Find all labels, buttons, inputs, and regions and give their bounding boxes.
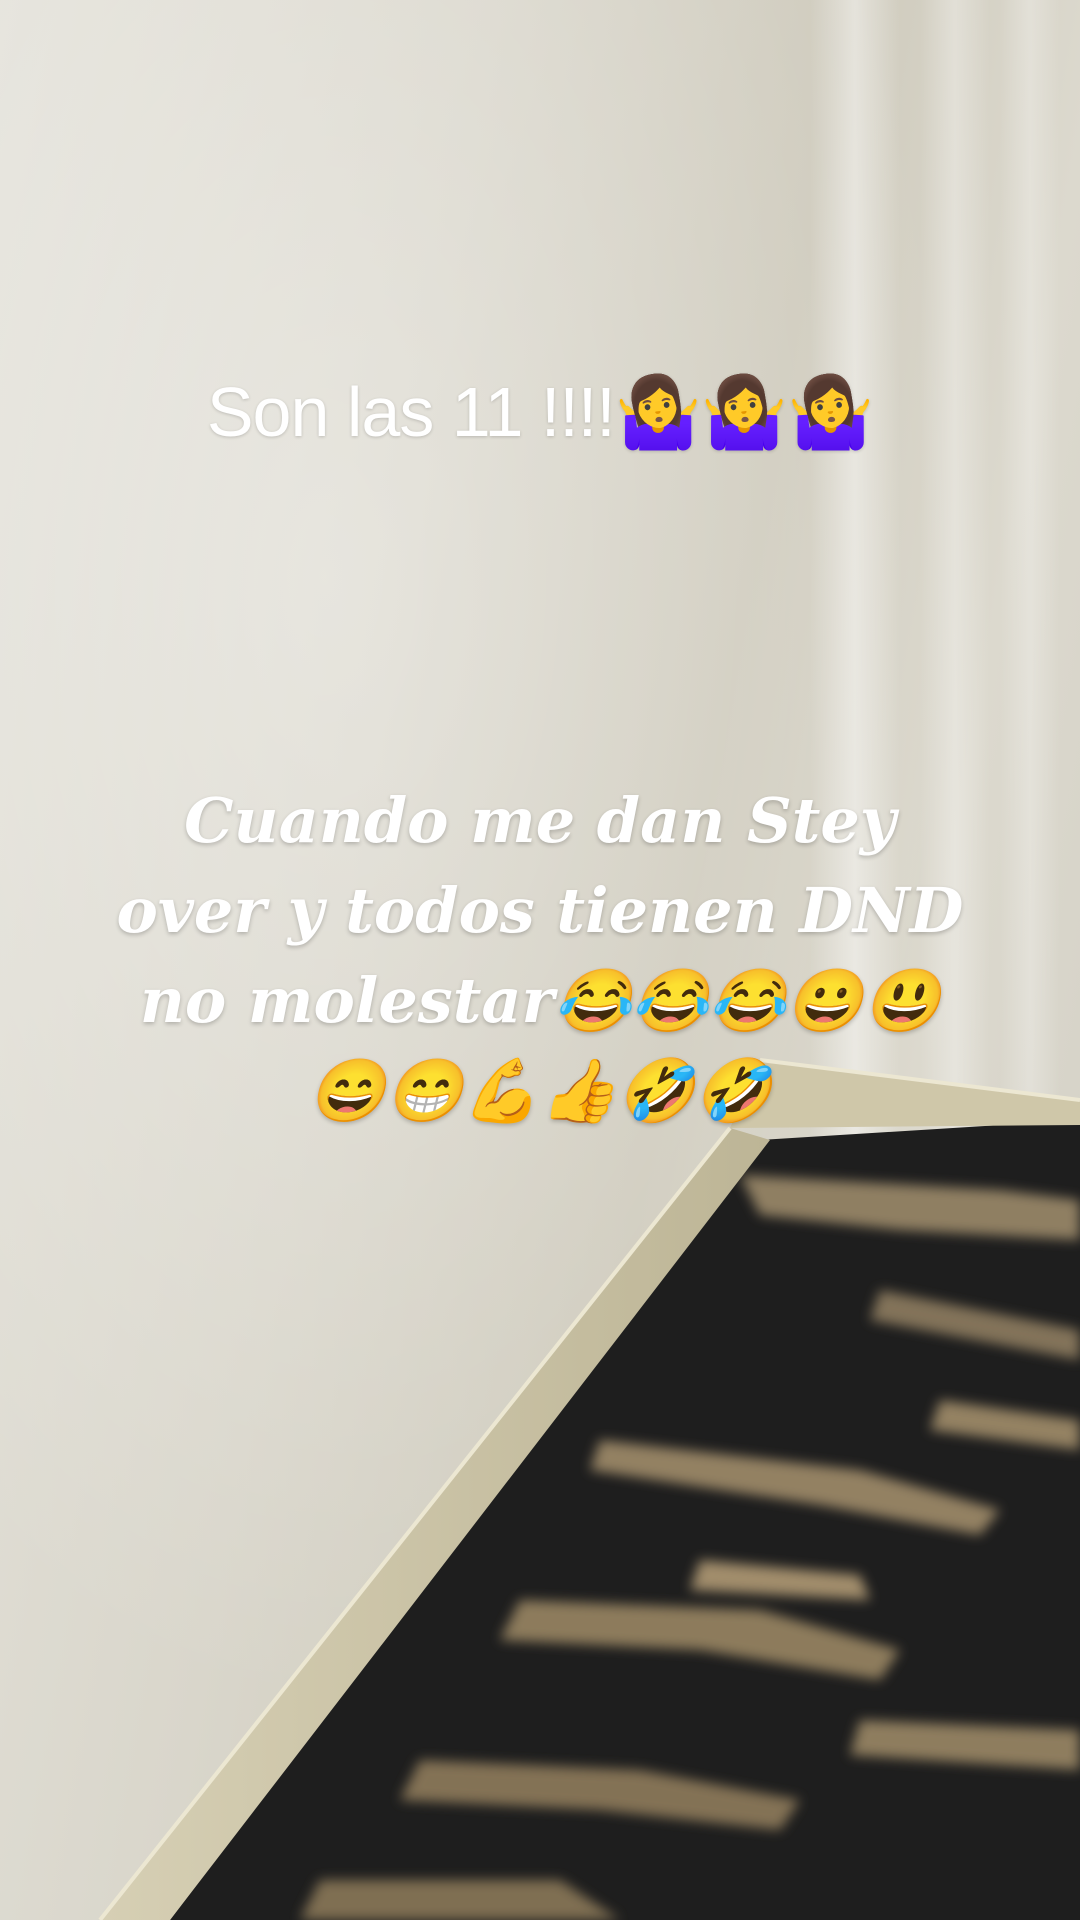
main-caption: Cuando me dan Stey over y todos tienen D… xyxy=(60,776,1020,1136)
caption-line: over y todos tienen DND xyxy=(116,874,964,947)
caption-line: 😄😁💪👍🤣🤣 xyxy=(308,1054,772,1127)
caption-line: Cuando me dan Stey xyxy=(184,784,896,857)
caption-line: no molestar😂😂😂😀😃 xyxy=(139,964,941,1037)
video-frame[interactable]: Son las 11 !!!!🤷‍♀️🤷‍♀️🤷‍♀️ Cuando me da… xyxy=(0,0,1080,1920)
top-caption: Son las 11 !!!!🤷‍♀️🤷‍♀️🤷‍♀️ xyxy=(206,373,874,451)
